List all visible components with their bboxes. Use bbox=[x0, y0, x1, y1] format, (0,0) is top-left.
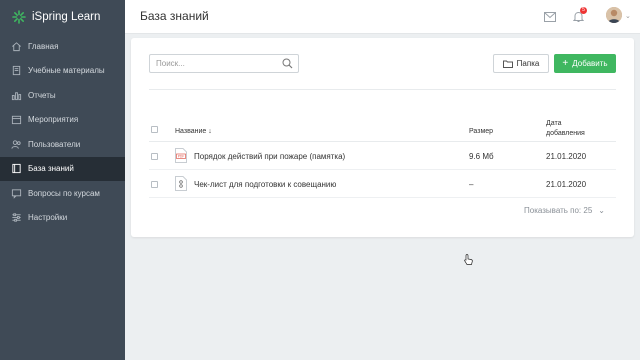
folder-button-label: Папка bbox=[516, 59, 540, 68]
folder-button[interactable]: Папка bbox=[493, 54, 549, 73]
search-box bbox=[149, 54, 299, 73]
sidebar-item-settings[interactable]: Настройки bbox=[0, 206, 125, 231]
mail-icon[interactable] bbox=[543, 10, 557, 24]
column-header-size[interactable]: Размер bbox=[469, 128, 493, 135]
column-header-date-line2[interactable]: добавления bbox=[546, 130, 585, 137]
table-row[interactable]: Чек-лист для подготовки к совещанию – 21… bbox=[149, 170, 616, 198]
calendar-icon bbox=[10, 114, 22, 126]
sidebar-item-label: Вопросы по курсам bbox=[28, 188, 100, 198]
column-header-date-line1[interactable]: Дата bbox=[546, 120, 562, 127]
select-all-checkbox[interactable] bbox=[151, 126, 158, 133]
table-row[interactable]: PDF Порядок действий при пожаре (памятка… bbox=[149, 142, 616, 170]
avatar[interactable] bbox=[606, 7, 622, 23]
chevron-down-icon: ⌄ bbox=[598, 206, 605, 215]
knowledge-base-icon bbox=[10, 163, 22, 175]
sidebar-item-course-questions[interactable]: Вопросы по курсам bbox=[0, 181, 125, 206]
search-input[interactable] bbox=[150, 55, 275, 72]
book-icon bbox=[10, 65, 22, 77]
sidebar-item-knowledge-base[interactable]: База знаний bbox=[0, 156, 125, 181]
sidebar: iSpring Learn Главная Учебные материалы … bbox=[0, 0, 125, 360]
row-checkbox[interactable] bbox=[151, 153, 158, 160]
page-title: База знаний bbox=[140, 9, 209, 23]
file-name[interactable]: Чек-лист для подготовки к совещанию bbox=[194, 180, 336, 189]
divider bbox=[149, 89, 616, 90]
sidebar-item-home[interactable]: Главная bbox=[0, 34, 125, 59]
home-icon bbox=[10, 40, 22, 52]
file-name[interactable]: Порядок действий при пожаре (памятка) bbox=[194, 152, 345, 161]
app-name: iSpring Learn bbox=[32, 11, 101, 23]
folder-icon bbox=[502, 60, 513, 68]
sidebar-item-reports[interactable]: Отчеты bbox=[0, 83, 125, 108]
chevron-down-icon[interactable]: ⌄ bbox=[625, 12, 631, 20]
sidebar-item-label: Мероприятия bbox=[28, 115, 79, 125]
pdf-file-icon: PDF bbox=[175, 148, 187, 163]
add-button-label: Добавить bbox=[572, 59, 608, 68]
search-icon[interactable] bbox=[282, 58, 293, 71]
row-checkbox[interactable] bbox=[151, 181, 158, 188]
hand-cursor-icon bbox=[464, 254, 473, 267]
sidebar-item-label: Настройки bbox=[28, 213, 68, 223]
add-button[interactable]: + Добавить bbox=[554, 54, 616, 73]
chat-icon bbox=[10, 187, 22, 199]
page-size-label: Показывать по: 25 bbox=[524, 206, 593, 215]
sidebar-item-users[interactable]: Пользователи bbox=[0, 132, 125, 157]
sidebar-item-events[interactable]: Мероприятия bbox=[0, 108, 125, 133]
file-size: – bbox=[469, 180, 474, 189]
file-size: 9.6 Мб bbox=[469, 152, 494, 161]
app-logo[interactable]: iSpring Learn bbox=[0, 0, 125, 34]
top-bar: База знаний 5 ⌄ bbox=[125, 0, 640, 34]
bar-chart-icon bbox=[10, 89, 22, 101]
plus-icon: + bbox=[562, 57, 569, 69]
page-size-selector[interactable]: Показывать по: 25 ⌄ bbox=[524, 206, 605, 215]
sidebar-item-label: Учебные материалы bbox=[28, 66, 105, 76]
knowledge-base-panel: Папка + Добавить Название ↓ Размер Дата … bbox=[131, 38, 634, 237]
sidebar-item-label: База знаний bbox=[28, 164, 74, 174]
sidebar-item-label: Отчеты bbox=[28, 90, 56, 100]
file-date: 21.01.2020 bbox=[546, 152, 587, 161]
table-header: Название ↓ Размер Дата добавления bbox=[149, 120, 616, 142]
sidebar-item-learning-materials[interactable]: Учебные материалы bbox=[0, 59, 125, 84]
users-icon bbox=[10, 138, 22, 150]
svg-text:PDF: PDF bbox=[178, 155, 185, 159]
sliders-icon bbox=[10, 212, 22, 224]
notification-badge: 5 bbox=[580, 7, 587, 14]
sidebar-item-label: Главная bbox=[28, 41, 59, 51]
column-header-name[interactable]: Название ↓ bbox=[175, 128, 212, 135]
ispring-logo-icon bbox=[12, 10, 26, 24]
sidebar-item-label: Пользователи bbox=[28, 139, 81, 149]
file-date: 21.01.2020 bbox=[546, 180, 587, 189]
sidebar-nav: Главная Учебные материалы Отчеты Меропри… bbox=[0, 34, 125, 230]
checklist-file-icon bbox=[175, 176, 187, 191]
